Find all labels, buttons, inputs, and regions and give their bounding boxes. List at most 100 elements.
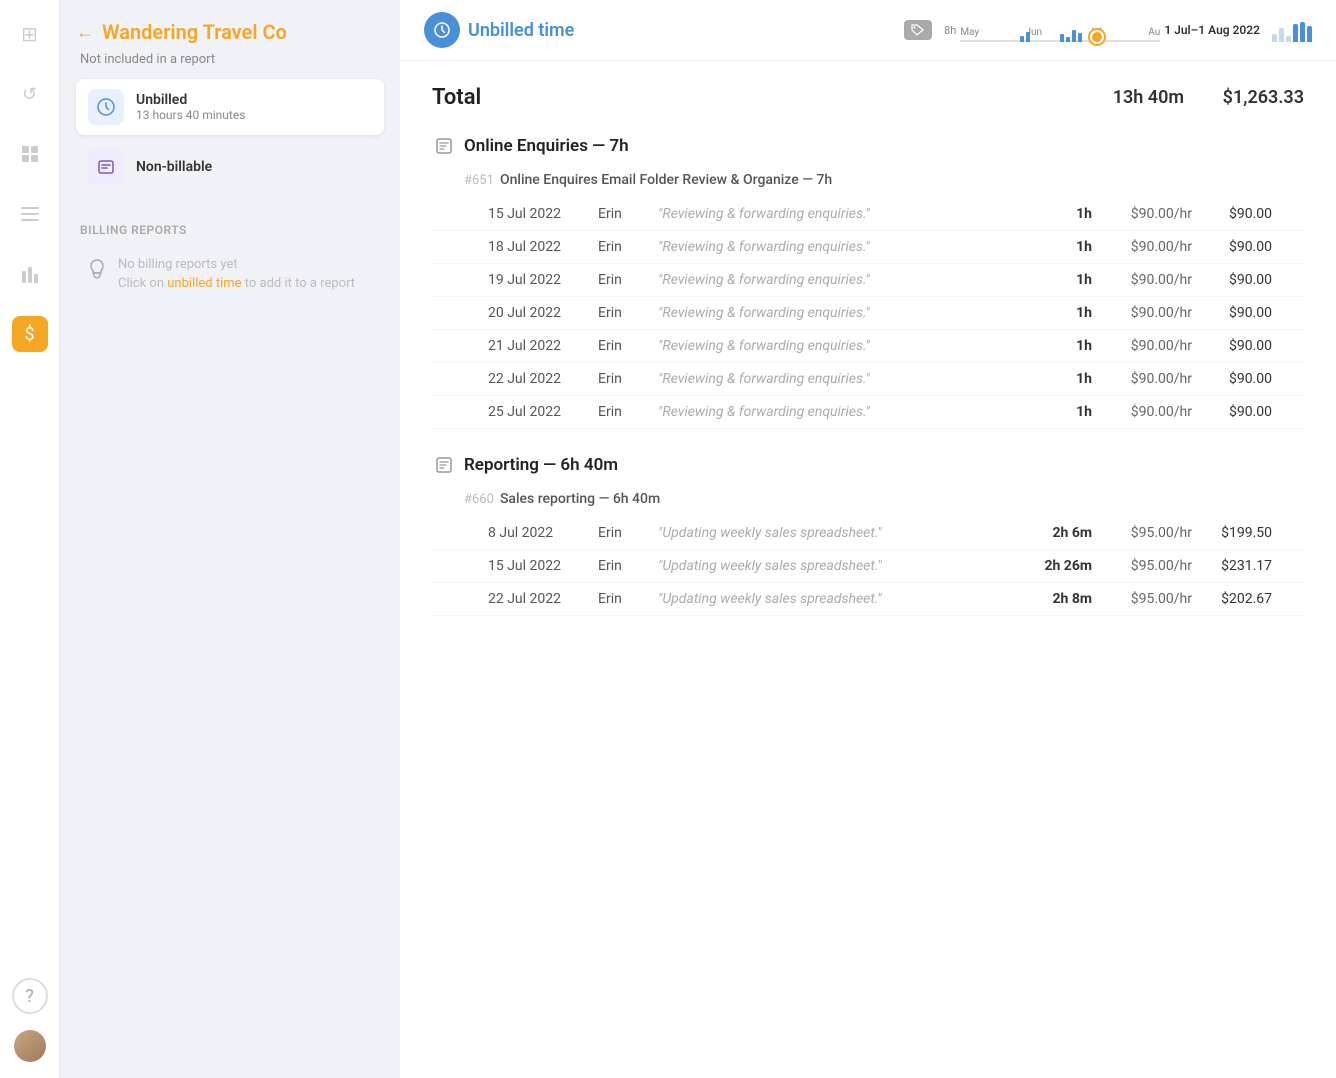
row-person: Erin xyxy=(598,305,658,321)
total-label: Total xyxy=(432,85,1064,110)
tag-button[interactable] xyxy=(904,20,932,40)
row-date: 8 Jul 2022 xyxy=(488,525,598,541)
mini-bar xyxy=(1272,34,1277,42)
row-date: 20 Jul 2022 xyxy=(488,305,598,321)
time-row: 22 Jul 2022 Erin "Updating weekly sales … xyxy=(432,583,1304,616)
row-person: Erin xyxy=(598,206,658,222)
row-amount: $202.67 xyxy=(1192,591,1272,607)
row-rate: $90.00/hr xyxy=(1092,338,1192,354)
mini-bar xyxy=(1307,26,1312,42)
unbilled-item[interactable]: Unbilled 13 hours 40 minutes xyxy=(76,79,384,135)
bar-chart-icon[interactable] xyxy=(12,256,48,292)
mini-bar xyxy=(1279,28,1284,42)
mini-bar xyxy=(1293,24,1298,42)
row-date: 18 Jul 2022 xyxy=(488,239,598,255)
row-rate: $90.00/hr xyxy=(1092,404,1192,420)
timeline-track: May Jun Jul Au xyxy=(960,14,1160,46)
unbilled-sublabel: 13 hours 40 minutes xyxy=(136,108,245,122)
row-date: 19 Jul 2022 xyxy=(488,272,598,288)
row-duration: 1h xyxy=(1032,305,1092,321)
row-amount: $90.00 xyxy=(1192,239,1272,255)
billing-reports-section: Billing reports No billing reports yet C… xyxy=(76,207,384,303)
row-note: "Reviewing & forwarding enquiries." xyxy=(658,305,1032,321)
row-date: 15 Jul 2022 xyxy=(488,558,598,574)
clock-icon[interactable]: ↺ xyxy=(12,76,48,112)
task-name-651: Online Enquires Email Folder Review & Or… xyxy=(500,172,832,188)
row-person: Erin xyxy=(598,239,658,255)
row-duration: 1h xyxy=(1032,404,1092,420)
table-icon[interactable] xyxy=(12,136,48,172)
content-area: Total 13h 40m $1,263.33 Online Enquiries… xyxy=(400,61,1336,1078)
row-duration: 1h xyxy=(1032,206,1092,222)
row-rate: $95.00/hr xyxy=(1092,591,1192,607)
time-row: 19 Jul 2022 Erin "Reviewing & forwarding… xyxy=(432,264,1304,297)
top-bar: Unbilled time 8h May Jun Jul Au xyxy=(400,0,1336,61)
project-header-online-enquiries: Online Enquiries — 7h xyxy=(432,134,1304,158)
nonbillable-icon xyxy=(88,149,124,185)
row-date: 15 Jul 2022 xyxy=(488,206,598,222)
row-rate: $95.00/hr xyxy=(1092,558,1192,574)
row-rate: $90.00/hr xyxy=(1092,272,1192,288)
project-header-reporting: Reporting — 6h 40m xyxy=(432,453,1304,477)
no-reports-label: No billing reports yet xyxy=(118,257,355,272)
time-row: 20 Jul 2022 Erin "Reviewing & forwarding… xyxy=(432,297,1304,330)
time-row: 18 Jul 2022 Erin "Reviewing & forwarding… xyxy=(432,231,1304,264)
no-reports-hint: Click on unbilled time to add it to a re… xyxy=(118,276,355,291)
row-note: "Updating weekly sales spreadsheet." xyxy=(658,591,1032,607)
row-duration: 1h xyxy=(1032,371,1092,387)
row-person: Erin xyxy=(598,525,658,541)
time-row: 15 Jul 2022 Erin "Updating weekly sales … xyxy=(432,550,1304,583)
row-duration: 2h 26m xyxy=(1032,558,1092,574)
nonbillable-label: Non-billable xyxy=(136,159,212,175)
row-person: Erin xyxy=(598,371,658,387)
project-icon-reporting xyxy=(432,453,456,477)
task-number-660: #660 xyxy=(464,492,494,507)
row-note: "Reviewing & forwarding enquiries." xyxy=(658,272,1032,288)
time-row: 15 Jul 2022 Erin "Reviewing & forwarding… xyxy=(432,198,1304,231)
project-icon-online-enquiries xyxy=(432,134,456,158)
row-note: "Reviewing & forwarding enquiries." xyxy=(658,371,1032,387)
row-rate: $90.00/hr xyxy=(1092,371,1192,387)
not-included-label: Not included in a report xyxy=(76,52,384,67)
lightbulb-icon xyxy=(88,259,106,284)
total-row: Total 13h 40m $1,263.33 xyxy=(432,85,1304,110)
list-icon[interactable] xyxy=(12,196,48,232)
no-reports-area: No billing reports yet Click on unbilled… xyxy=(76,245,384,303)
billing-reports-label: Billing reports xyxy=(76,223,384,237)
row-amount: $90.00 xyxy=(1192,404,1272,420)
row-date: 22 Jul 2022 xyxy=(488,591,598,607)
date-range: 1 Jul–1 Aug 2022 xyxy=(1164,23,1260,37)
row-amount: $90.00 xyxy=(1192,338,1272,354)
time-row: 25 Jul 2022 Erin "Reviewing & forwarding… xyxy=(432,396,1304,429)
row-date: 25 Jul 2022 xyxy=(488,404,598,420)
task-header-651: #651 Online Enquires Email Folder Review… xyxy=(432,166,1304,194)
unbilled-badge: Unbilled time xyxy=(424,12,574,48)
dollar-icon[interactable]: $ xyxy=(12,316,48,352)
back-button[interactable]: ← xyxy=(76,22,94,43)
project-title-online-enquiries: Online Enquiries — 7h xyxy=(464,136,629,156)
grid-icon[interactable]: ⊞ xyxy=(12,16,48,52)
row-note: "Updating weekly sales spreadsheet." xyxy=(658,558,1032,574)
badge-circle xyxy=(424,12,460,48)
row-note: "Reviewing & forwarding enquiries." xyxy=(658,206,1032,222)
row-date: 21 Jul 2022 xyxy=(488,338,598,354)
row-amount: $90.00 xyxy=(1192,371,1272,387)
row-date: 22 Jul 2022 xyxy=(488,371,598,387)
nonbillable-item[interactable]: Non-billable xyxy=(76,139,384,195)
row-rate: $90.00/hr xyxy=(1092,305,1192,321)
badge-label: Unbilled time xyxy=(468,20,574,41)
row-duration: 1h xyxy=(1032,272,1092,288)
unbilled-label: Unbilled xyxy=(136,92,245,108)
task-header-660: #660 Sales reporting — 6h 40m xyxy=(432,485,1304,513)
nav-bar: ⊞ ↺ $ ? xyxy=(0,0,60,1078)
mini-bar xyxy=(1286,36,1291,42)
row-rate: $90.00/hr xyxy=(1092,206,1192,222)
project-group-online-enquiries: Online Enquiries — 7h #651 Online Enquir… xyxy=(432,134,1304,429)
row-person: Erin xyxy=(598,591,658,607)
total-time: 13h 40m xyxy=(1064,87,1184,108)
help-icon[interactable]: ? xyxy=(12,978,48,1014)
time-row: 21 Jul 2022 Erin "Reviewing & forwarding… xyxy=(432,330,1304,363)
timeline-area: 8h May Jun Jul Au xyxy=(944,14,1260,46)
row-person: Erin xyxy=(598,404,658,420)
row-person: Erin xyxy=(598,272,658,288)
